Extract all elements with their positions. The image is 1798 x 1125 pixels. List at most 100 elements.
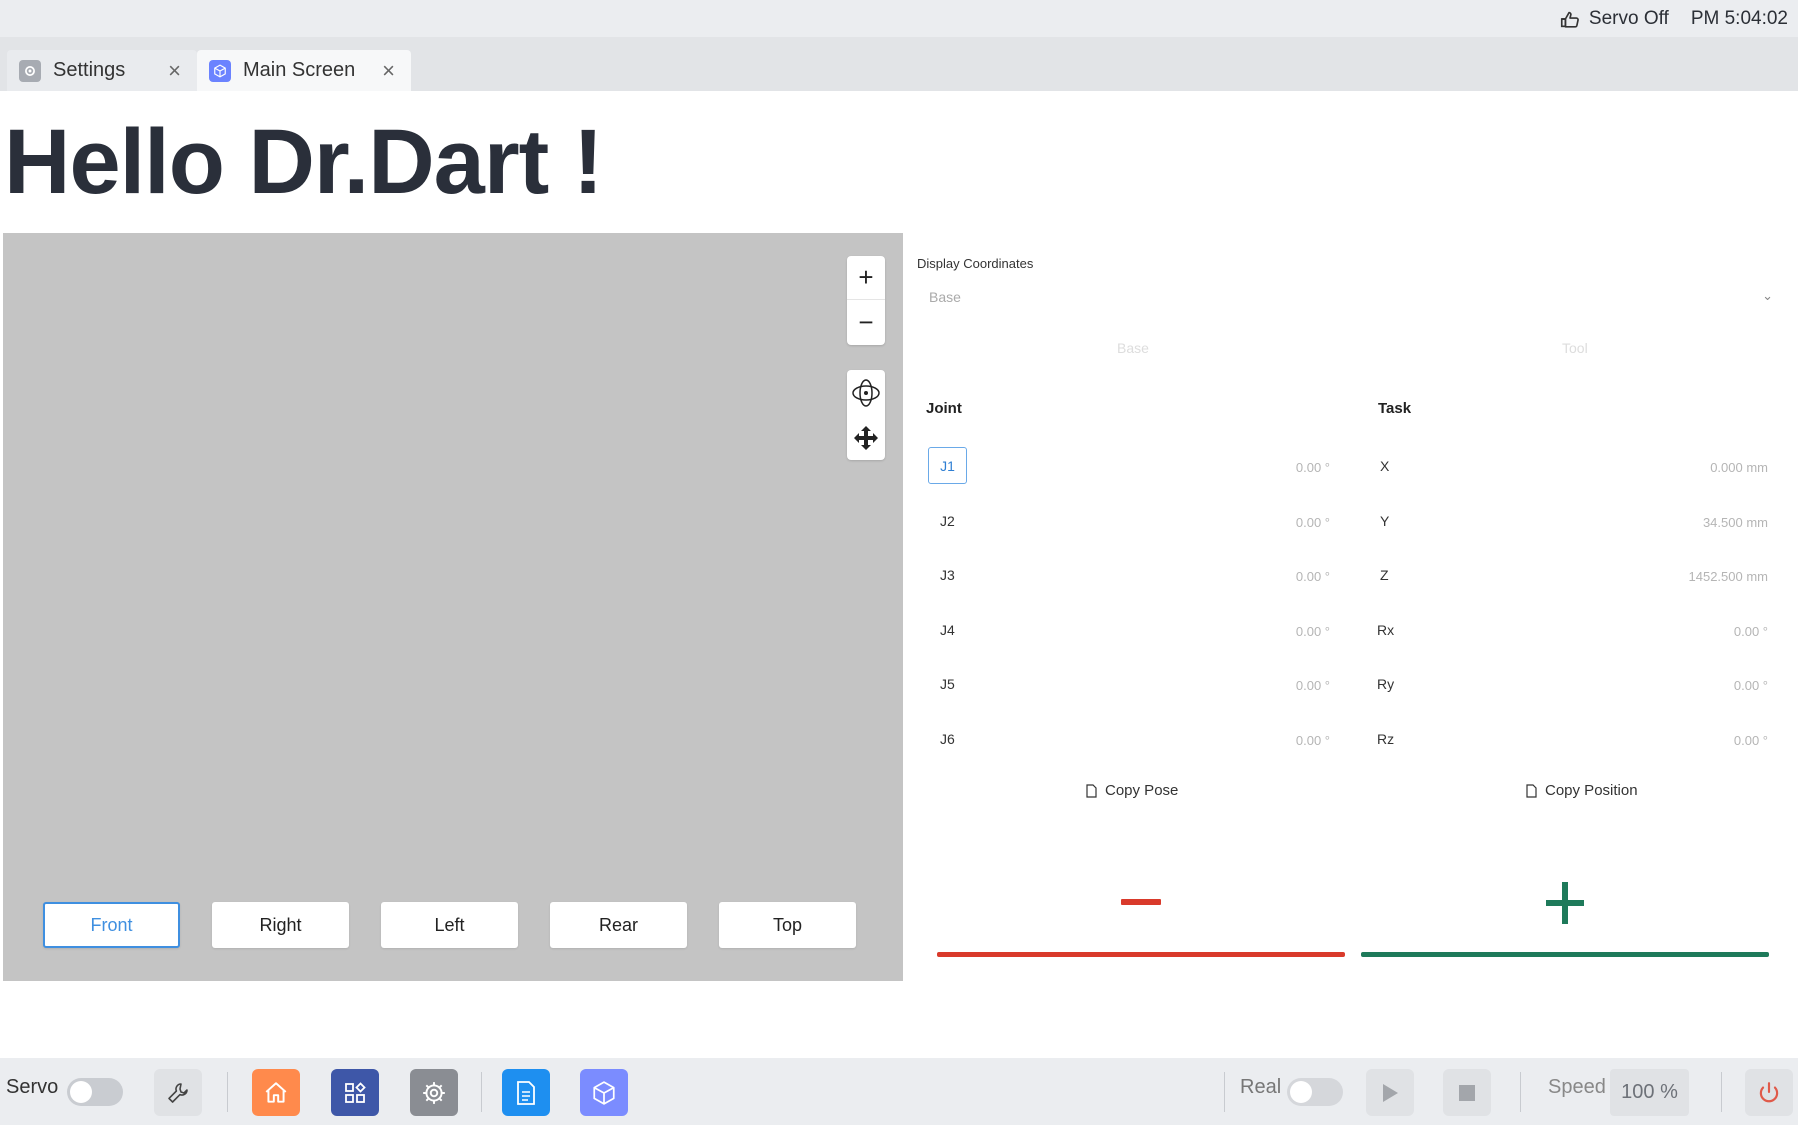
document-icon xyxy=(517,1080,535,1105)
speed-value[interactable]: 100 % xyxy=(1610,1069,1689,1116)
copy-icon xyxy=(1086,783,1097,798)
tab-main-screen-label: Main Screen xyxy=(243,59,356,81)
zoom-out-button[interactable]: − xyxy=(847,300,885,344)
tools-button[interactable] xyxy=(154,1069,202,1116)
segment-tool[interactable]: Tool xyxy=(1562,340,1588,356)
apps-icon xyxy=(345,1081,366,1103)
task-value-rz: 0.00 ° xyxy=(1733,733,1768,748)
navigation-controls xyxy=(847,370,885,460)
task-row-label-y: Y xyxy=(1380,513,1390,529)
servo-status: Servo Off xyxy=(1559,8,1669,30)
cube-icon xyxy=(593,1080,615,1105)
joint-row-label-j2: J2 xyxy=(940,513,955,529)
view-top-button[interactable]: Top xyxy=(719,902,856,948)
tab-settings-label: Settings xyxy=(53,59,126,81)
page-title: Hello Dr.Dart ! xyxy=(4,111,603,213)
speed-control: Speed xyxy=(1548,1076,1606,1099)
joint-value-j4: 0.00 ° xyxy=(1295,624,1330,639)
copy-pose-button[interactable]: Copy Pose xyxy=(1085,782,1178,799)
real-toggle[interactable] xyxy=(1287,1078,1343,1106)
power-icon xyxy=(1759,1081,1779,1102)
view-rear-button[interactable]: Rear xyxy=(550,902,687,948)
jog-plus-button[interactable] xyxy=(1361,860,1769,960)
play-button[interactable] xyxy=(1366,1069,1414,1116)
joint-row-label-j6: J6 xyxy=(940,731,955,747)
task-row-label-x: X xyxy=(1380,458,1390,474)
task-title: Task xyxy=(1378,400,1412,417)
task-value-z: 1452.500 mm xyxy=(1688,569,1769,584)
task-value-y: 34.500 mm xyxy=(1702,515,1768,530)
close-icon[interactable]: × xyxy=(382,58,395,84)
coordinates-select[interactable]: Base ⌄ xyxy=(917,282,1777,312)
stop-icon xyxy=(1459,1084,1475,1101)
zoom-controls: + − xyxy=(847,256,885,345)
toolbar-divider xyxy=(227,1072,228,1112)
real-label: Real xyxy=(1240,1076,1282,1098)
servo-control: Servo xyxy=(6,1076,58,1099)
toolbar-divider xyxy=(1721,1072,1722,1112)
task-row-label-ry: Ry xyxy=(1377,676,1395,692)
servo-hand-icon xyxy=(1560,11,1579,28)
coordinates-selected-value: Base xyxy=(929,289,961,305)
copy-position-button[interactable]: Copy Position xyxy=(1525,782,1638,799)
zoom-in-button[interactable]: + xyxy=(847,256,885,300)
copy-icon xyxy=(1526,783,1537,798)
jog-minus-line xyxy=(937,952,1345,957)
power-button[interactable] xyxy=(1745,1069,1793,1116)
view-left-button[interactable]: Left xyxy=(381,902,518,948)
toolbar-divider xyxy=(1520,1072,1521,1112)
tab-bar: Settings × Main Screen × xyxy=(0,37,1798,91)
joint-value-j5: 0.00 ° xyxy=(1295,678,1330,693)
document-button[interactable] xyxy=(502,1069,550,1116)
close-icon[interactable]: × xyxy=(168,58,181,84)
tab-settings[interactable]: Settings × xyxy=(7,50,197,91)
bottom-toolbar: Servo Real Speed 100 % xyxy=(0,1058,1798,1125)
cube-icon xyxy=(209,59,231,82)
joint-value-j1: 0.00 ° xyxy=(1295,460,1330,475)
joint-row-label-j3: J3 xyxy=(940,567,955,583)
pan-arrows-icon xyxy=(854,425,878,450)
speed-label: Speed xyxy=(1548,1076,1606,1098)
tab-main-screen[interactable]: Main Screen × xyxy=(197,50,411,91)
task-value-x: 0.000 mm xyxy=(1710,460,1768,475)
joint-row-label-j1[interactable]: J1 xyxy=(928,447,967,484)
gear-icon xyxy=(423,1081,445,1104)
view-front-button[interactable]: Front xyxy=(43,902,180,948)
segment-base[interactable]: Base xyxy=(1117,340,1149,356)
gear-icon xyxy=(19,59,41,82)
home-icon xyxy=(265,1081,287,1103)
toolbar-divider xyxy=(1224,1072,1225,1112)
settings-button[interactable] xyxy=(410,1069,458,1116)
play-icon xyxy=(1383,1083,1398,1102)
chevron-down-icon: ⌄ xyxy=(1762,288,1773,303)
task-value-rx: 0.00 ° xyxy=(1733,624,1768,639)
servo-label: Servo xyxy=(6,1076,59,1098)
orbit-button[interactable] xyxy=(847,370,885,415)
joint-value-j2: 0.00 ° xyxy=(1295,515,1330,530)
joint-row-label-j5: J5 xyxy=(940,676,955,692)
status-right: Servo Off PM 5:04:02 xyxy=(1559,0,1788,37)
jog-minus-button[interactable] xyxy=(937,860,1345,960)
clock: PM 5:04:02 xyxy=(1690,7,1788,29)
servo-status-text: Servo Off xyxy=(1588,7,1669,29)
task-value-ry: 0.00 ° xyxy=(1733,678,1768,693)
home-button[interactable] xyxy=(252,1069,300,1116)
apps-button[interactable] xyxy=(331,1069,379,1116)
joint-row-label-j4: J4 xyxy=(940,622,955,638)
minus-icon xyxy=(1121,899,1161,905)
toolbar-divider xyxy=(481,1072,482,1112)
joint-value-j3: 0.00 ° xyxy=(1295,569,1330,584)
task-row-label-rx: Rx xyxy=(1377,622,1395,638)
joint-value-j6: 0.00 ° xyxy=(1295,733,1330,748)
orbit-icon xyxy=(852,378,880,407)
plus-icon xyxy=(1546,882,1584,924)
display-coordinates-label: Display Coordinates xyxy=(917,256,1034,271)
main-screen-button[interactable] xyxy=(580,1069,628,1116)
jog-plus-line xyxy=(1361,952,1769,957)
view-right-button[interactable]: Right xyxy=(212,902,349,948)
task-row-label-z: Z xyxy=(1380,567,1389,583)
pan-button[interactable] xyxy=(847,415,885,460)
servo-toggle[interactable] xyxy=(67,1078,123,1106)
stop-button[interactable] xyxy=(1443,1069,1491,1116)
robot-3d-viewport[interactable]: + − Front Right Left Rear Top xyxy=(3,233,903,981)
